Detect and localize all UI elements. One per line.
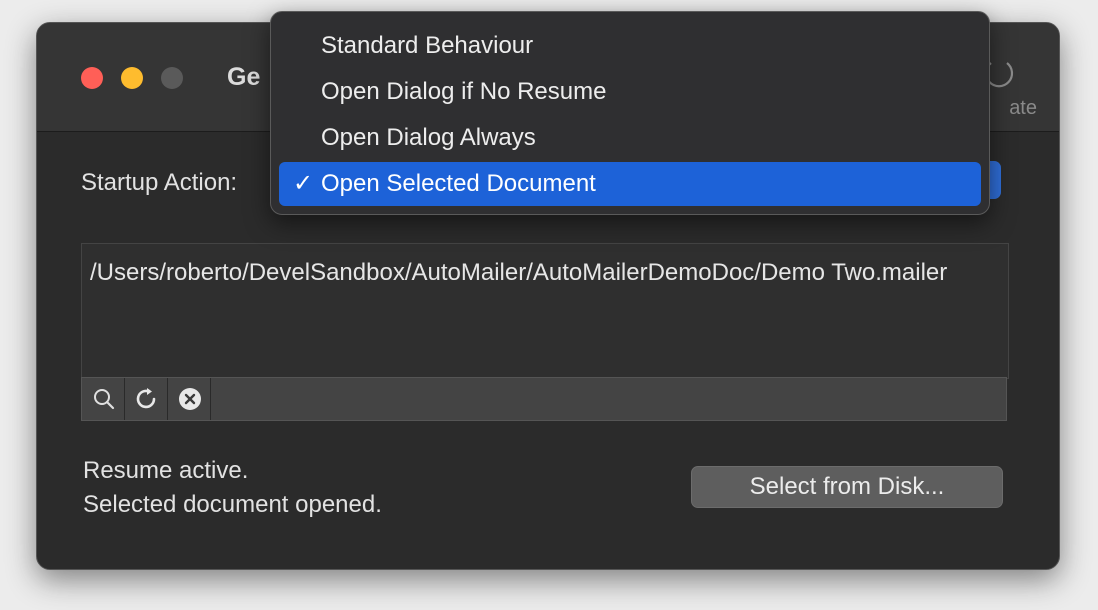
menu-item-label: Open Dialog Always xyxy=(321,124,536,151)
zoom-window-button[interactable] xyxy=(161,67,183,89)
menu-item-label: Open Selected Document xyxy=(321,170,596,197)
reveal-button[interactable] xyxy=(82,378,125,420)
menu-item-label: Standard Behaviour xyxy=(321,32,534,59)
window-title: Ge xyxy=(227,63,261,91)
checkmark-icon: ✓ xyxy=(293,170,314,197)
document-path-field[interactable]: /Users/roberto/DevelSandbox/AutoMailer/A… xyxy=(81,243,1009,379)
menu-item-open-selected-document[interactable]: ✓ Open Selected Document xyxy=(279,162,981,206)
startup-action-label: Startup Action: xyxy=(81,169,238,196)
select-from-disk-button[interactable]: Select from Disk... xyxy=(691,466,1003,508)
menu-item-open-dialog-if-no-resume[interactable]: Open Dialog if No Resume xyxy=(279,70,981,114)
minimize-window-button[interactable] xyxy=(121,67,143,89)
clear-button[interactable] xyxy=(168,378,211,420)
status-document: Selected document opened. xyxy=(83,491,382,518)
refresh-button[interactable] xyxy=(125,378,168,420)
status-resume: Resume active. xyxy=(83,457,249,484)
startup-action-menu: Standard Behaviour Open Dialog if No Res… xyxy=(270,11,990,215)
menu-item-standard-behaviour[interactable]: Standard Behaviour xyxy=(279,24,981,68)
menu-item-label: Open Dialog if No Resume xyxy=(321,78,607,105)
document-path-text: /Users/roberto/DevelSandbox/AutoMailer/A… xyxy=(90,259,948,286)
path-toolbar xyxy=(81,377,1007,421)
menu-item-open-dialog-always[interactable]: Open Dialog Always xyxy=(279,116,981,160)
close-window-button[interactable] xyxy=(81,67,103,89)
